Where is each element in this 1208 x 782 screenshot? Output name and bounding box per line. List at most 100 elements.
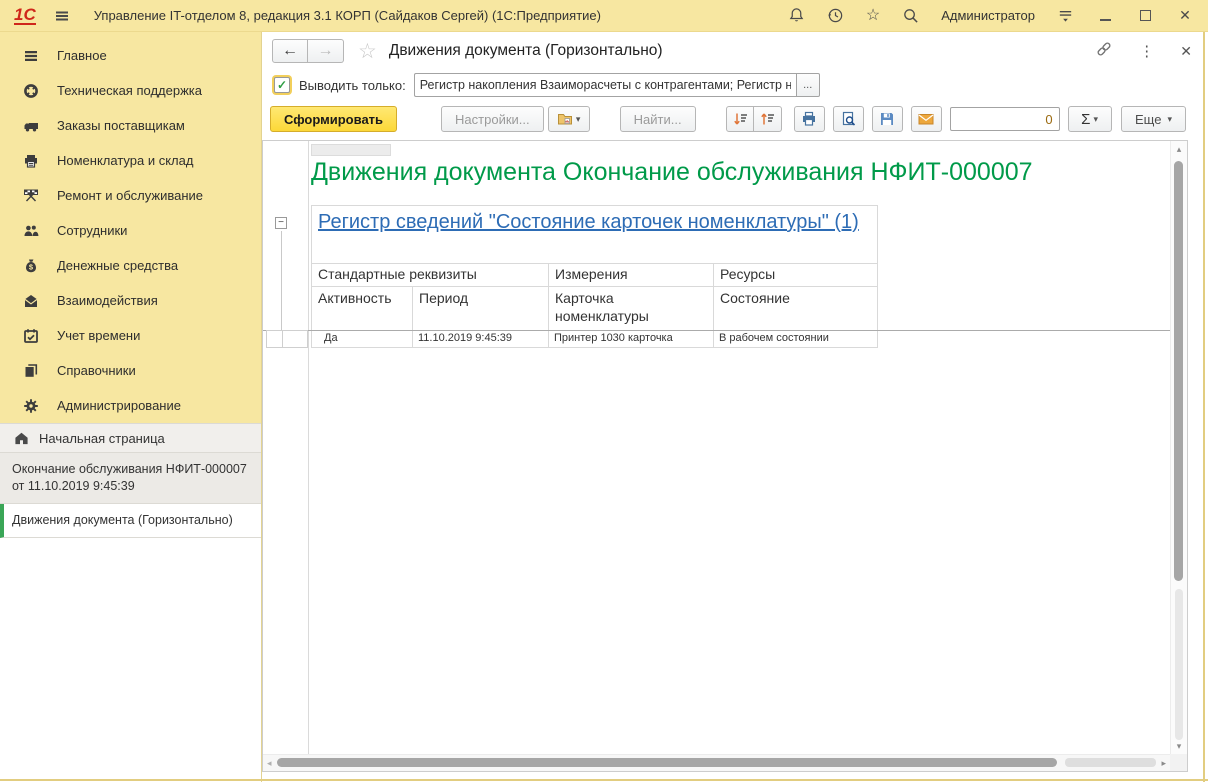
column-header-cell[interactable]: Период — [413, 287, 549, 331]
data-cell[interactable]: В рабочем состоянии — [714, 331, 878, 348]
hamburger-icon — [54, 8, 70, 24]
scroll-right-arrow[interactable]: ▸ — [1161, 758, 1166, 769]
dropdown-caret-icon: ▾ — [1167, 115, 1172, 124]
scroll-down-arrow[interactable]: ▾ — [1171, 741, 1187, 752]
print-button[interactable] — [794, 106, 825, 132]
more-button[interactable]: Еще ▾ — [1121, 106, 1186, 132]
1c-logo: 1С — [14, 6, 36, 26]
search-icon — [902, 7, 919, 24]
get-link-button[interactable] — [1095, 40, 1113, 63]
more-button-label: Еще — [1135, 112, 1161, 127]
link-icon — [1095, 40, 1113, 58]
search-button[interactable] — [902, 7, 919, 24]
report-variants-button[interactable]: ▾ — [548, 106, 590, 132]
sidebar-item-repair-service[interactable]: Ремонт и обслуживание — [0, 178, 261, 213]
autosum-field[interactable] — [950, 107, 1060, 131]
group-header-cell[interactable]: Стандартные реквизиты — [312, 264, 549, 287]
horizontal-scrollbar-thumb[interactable] — [277, 758, 1057, 767]
main-menu-button[interactable] — [54, 8, 70, 24]
minimize-button[interactable] — [1096, 7, 1114, 25]
sidebar-item-employees[interactable]: Сотрудники — [0, 213, 261, 248]
notifications-button[interactable] — [788, 7, 805, 24]
open-window-tab-document[interactable]: Окончание обслуживания НФИТ-000007 от 11… — [0, 453, 261, 504]
filter-row: ✓ Выводить только: ... — [262, 70, 1208, 100]
add-to-favorites-star[interactable]: ☆ — [358, 41, 377, 62]
column-header-row: Активность Период Карточка номенклатуры … — [312, 287, 878, 331]
send-mail-button[interactable] — [911, 106, 942, 132]
sidebar-item-label: Взаимодействия — [57, 293, 158, 308]
report-toolbar: Сформировать Настройки... ▾ Найти... — [262, 100, 1208, 138]
data-cell[interactable]: Принтер 1030 карточка — [549, 331, 714, 348]
column-header-cell[interactable]: Состояние — [714, 287, 878, 331]
sidebar-item-label: Ремонт и обслуживание — [57, 188, 203, 203]
sidebar-item-tech-support[interactable]: Техническая поддержка — [0, 73, 261, 108]
titlebar: 1С Управление IT-отделом 8, редакция 3.1… — [0, 0, 1208, 32]
settings-button[interactable]: Настройки... — [441, 106, 544, 132]
column-header-cell[interactable]: Активность — [312, 287, 413, 331]
current-user[interactable]: Администратор — [941, 8, 1035, 23]
data-cell[interactable]: Да — [312, 331, 413, 348]
window-kebab-menu[interactable]: ⋮ — [1139, 42, 1154, 60]
find-button[interactable]: Найти... — [620, 106, 696, 132]
sidebar-item-supplier-orders[interactable]: Заказы поставщикам — [0, 108, 261, 143]
calendar-check-icon — [22, 328, 40, 344]
save-button[interactable] — [872, 106, 903, 132]
sidebar-item-references[interactable]: Справочники — [0, 353, 261, 388]
movements-table: Регистр сведений "Состояние карточек ном… — [311, 205, 878, 348]
sort-ascending-button[interactable] — [754, 106, 782, 132]
maximize-icon — [1140, 10, 1151, 21]
sidebar-empty-area — [0, 538, 261, 782]
home-page-label: Начальная страница — [39, 431, 165, 446]
sum-button[interactable]: Σ ▾ — [1068, 106, 1112, 132]
sidebar-item-label: Главное — [57, 48, 107, 63]
nav-back-button[interactable]: ← — [272, 39, 308, 63]
registers-filter-input[interactable] — [414, 73, 796, 97]
collapsed-header-box — [311, 144, 391, 156]
horizontal-scrollbar-track[interactable] — [1065, 758, 1156, 767]
vertical-scrollbar[interactable]: ▴ ▾ — [1170, 141, 1187, 754]
horizontal-scrollbar[interactable]: ◂ ▸ — [263, 754, 1170, 771]
vertical-scrollbar-thumb[interactable] — [1174, 161, 1183, 581]
lines-caret-icon — [1057, 7, 1074, 24]
history-button[interactable] — [827, 7, 844, 24]
sort-descending-icon — [732, 111, 748, 127]
data-row-gridline — [263, 330, 1170, 331]
scroll-up-arrow[interactable]: ▴ — [1171, 144, 1187, 155]
column-header-cell[interactable]: Карточка номенклатуры — [549, 287, 714, 331]
register-link[interactable]: Регистр сведений "Состояние карточек ном… — [318, 211, 859, 233]
close-app-button[interactable]: ✕ — [1176, 7, 1194, 25]
scrollbar-corner — [1170, 754, 1187, 771]
window-close-button[interactable]: ✕ — [1180, 43, 1192, 60]
preview-button[interactable] — [833, 106, 864, 132]
group-header-cell[interactable]: Измерения — [549, 264, 714, 287]
books-icon — [22, 363, 40, 379]
home-page-button[interactable]: Начальная страница — [0, 423, 261, 453]
maximize-button[interactable] — [1136, 7, 1154, 25]
gear-icon — [22, 398, 40, 414]
sidebar-item-money[interactable]: $ Денежные средства — [0, 248, 261, 283]
minimize-icon — [1100, 19, 1111, 21]
sidebar-item-main[interactable]: Главное — [0, 38, 261, 73]
sidebar-item-time-tracking[interactable]: Учет времени — [0, 318, 261, 353]
nav-forward-button[interactable]: → — [308, 39, 344, 63]
vertical-scrollbar-track[interactable] — [1175, 589, 1183, 740]
choose-registers-button[interactable]: ... — [796, 73, 820, 97]
main-window: ← → ☆ Движения документа (Горизонтально)… — [262, 32, 1208, 782]
report-heading[interactable]: Движения документа Окончание обслуживани… — [311, 158, 1169, 187]
sort-descending-button[interactable] — [726, 106, 754, 132]
sidebar-item-nomenclature[interactable]: Номенклатура и склад — [0, 143, 261, 178]
service-menu-button[interactable] — [1057, 7, 1074, 24]
collapse-group-button[interactable]: − — [275, 217, 287, 229]
window-title: Движения документа (Горизонтально) — [389, 42, 663, 60]
data-cell[interactable]: 11.10.2019 9:45:39 — [413, 331, 549, 348]
group-header-cell[interactable]: Ресурсы — [714, 264, 878, 287]
window-frame-right — [1203, 32, 1205, 782]
output-only-checkbox[interactable]: ✓ — [274, 77, 290, 93]
sidebar-item-administration[interactable]: Администрирование — [0, 388, 261, 423]
scroll-left-arrow[interactable]: ◂ — [267, 758, 272, 769]
sections-panel: Главное Техническая поддержка Заказы пос… — [0, 32, 261, 423]
favorites-button[interactable]: ☆ — [866, 8, 880, 24]
generate-button[interactable]: Сформировать — [270, 106, 397, 132]
sidebar-item-interactions[interactable]: Взаимодействия — [0, 283, 261, 318]
open-window-tab-movements[interactable]: Движения документа (Горизонтально) — [0, 504, 261, 538]
